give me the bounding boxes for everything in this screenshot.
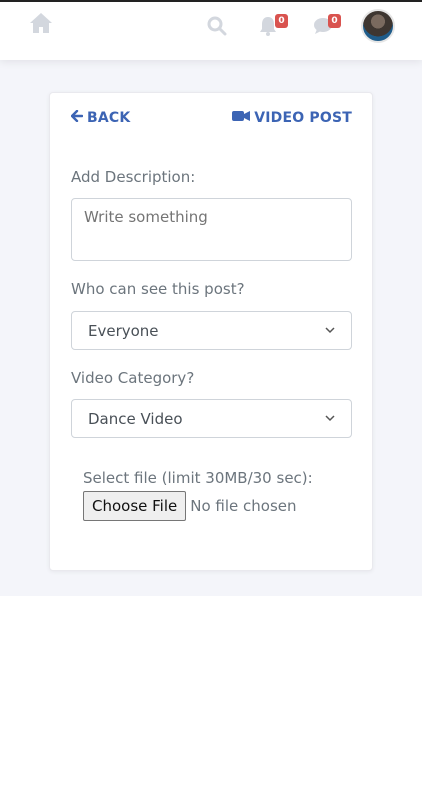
back-label: BACK	[87, 110, 131, 126]
video-post-card: BACK VIDEO POST Add Description: Who can…	[49, 92, 373, 571]
video-post-title: VIDEO POST	[254, 110, 352, 126]
description-textarea[interactable]	[71, 198, 352, 261]
back-button[interactable]: BACK	[70, 109, 131, 126]
category-select[interactable]: Dance Video	[71, 399, 352, 438]
notification-count-badge: 0	[275, 14, 288, 28]
video-camera-icon	[232, 110, 251, 126]
visibility-label: Who can see this post?	[71, 280, 245, 298]
description-label: Add Description:	[71, 168, 196, 186]
search-icon[interactable]	[207, 16, 227, 36]
category-value: Dance Video	[88, 409, 183, 428]
no-file-chosen-text: No file chosen	[190, 497, 297, 515]
avatar[interactable]	[361, 9, 395, 43]
visibility-select[interactable]: Everyone	[71, 311, 352, 350]
top-navbar: 0 0	[0, 0, 422, 60]
chevron-down-icon	[325, 412, 335, 425]
arrow-left-icon	[70, 109, 84, 126]
category-label: Video Category?	[71, 369, 195, 387]
file-select-label: Select file (limit 30MB/30 sec):	[83, 469, 313, 487]
message-count-badge: 0	[328, 14, 341, 28]
visibility-value: Everyone	[88, 321, 159, 340]
page-title: VIDEO POST	[232, 110, 352, 126]
choose-file-button[interactable]: Choose File	[83, 491, 187, 521]
home-icon[interactable]	[29, 12, 53, 34]
file-input: Choose File No file chosen	[83, 491, 297, 521]
chevron-down-icon	[325, 324, 335, 337]
